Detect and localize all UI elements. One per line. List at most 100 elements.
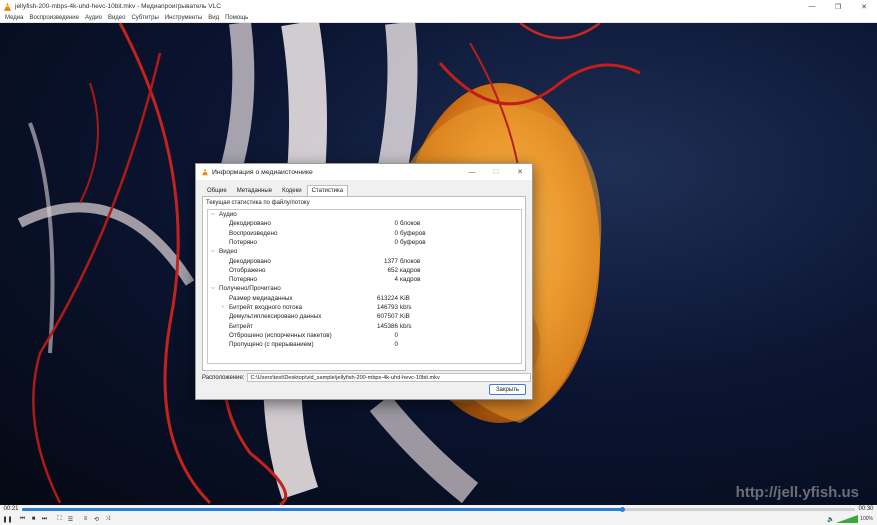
- stats-item-value: 4: [394, 276, 398, 284]
- stats-item-value: 0: [394, 220, 398, 228]
- extended-settings-icon[interactable]: ☰: [65, 514, 76, 525]
- volume-control[interactable]: 🔈 100%: [825, 514, 873, 525]
- watermark: http://jell.yfish.us: [735, 484, 859, 501]
- stats-item-row[interactable]: Размер медиаданных 613224 KiB: [208, 295, 521, 304]
- stats-item-label: Отображено: [229, 266, 266, 274]
- stats-group-row[interactable]: ⌵ Аудио: [208, 211, 521, 220]
- tab-metadata[interactable]: Метаданные: [232, 185, 277, 196]
- stats-item-label: Демультиплексировано данных: [229, 313, 322, 321]
- seek-bar[interactable]: [22, 506, 855, 512]
- maximize-button[interactable]: ❐: [825, 0, 851, 13]
- stats-item-row[interactable]: Отброшено (испорченных пакетов) 0: [208, 332, 521, 341]
- expand-arrow-icon[interactable]: ›: [222, 304, 224, 310]
- stats-item-unit: кадров: [400, 266, 421, 274]
- location-label: Расположение:: [202, 374, 245, 381]
- stats-item-row[interactable]: Воспроизведено 0 буферов: [208, 230, 521, 239]
- stats-item-row[interactable]: › Битрейт входного потока 146793 kb/s: [208, 304, 521, 313]
- stats-item-row[interactable]: Потеряно 4 кадров: [208, 276, 521, 285]
- shuffle-icon[interactable]: ⤨: [102, 514, 113, 525]
- stats-item-value: 607507: [376, 313, 398, 321]
- seek-row: 00:21 00:30: [0, 505, 877, 513]
- stats-group-label: Аудио: [219, 211, 237, 218]
- menu-audio[interactable]: Аудио: [82, 15, 105, 21]
- tab-codecs[interactable]: Кодеки: [277, 185, 307, 196]
- volume-percent: 100%: [860, 516, 873, 522]
- expand-chevron-icon[interactable]: ⌵: [211, 248, 215, 254]
- stats-item-value: 145386: [376, 322, 398, 330]
- stats-item-row[interactable]: Пропущено (с прерыванием) 0: [208, 341, 521, 350]
- stats-item-unit: буферов: [400, 238, 426, 246]
- statistics-panel: Текущая статистика по файлу/потоку ⌵ Ауди…: [202, 196, 526, 371]
- dialog-close-button[interactable]: ✕: [508, 168, 532, 176]
- playback-controls: ❚❚ ⏮ ■ ⏭ ⛶ ☰ ≡ ⟲ ⤨ 🔈 100%: [0, 513, 877, 525]
- stats-item-label: Декодировано: [229, 220, 271, 228]
- total-time: 00:30: [858, 506, 874, 512]
- dialog-maximize-button[interactable]: ☐: [484, 168, 508, 176]
- stats-item-row[interactable]: Потеряно 0 буферов: [208, 239, 521, 248]
- seek-knob[interactable]: [619, 506, 625, 512]
- stats-item-unit: kb/s: [400, 304, 412, 311]
- previous-icon[interactable]: ⏮: [17, 514, 28, 525]
- stats-group-label: Видео: [219, 248, 238, 256]
- tab-statistics[interactable]: Статистика: [306, 185, 349, 196]
- stats-item-value: 0: [394, 341, 398, 349]
- stats-group-row[interactable]: ⌵ Видео: [208, 248, 521, 257]
- window-title: jellyfish-200-mbps-4k-uhd-hevc-10bit.mkv…: [15, 3, 221, 10]
- vlc-cone-icon: [202, 168, 208, 176]
- stats-item-label: Пропущено (с прерыванием): [229, 341, 314, 349]
- stats-item-label: Размер медиаданных: [229, 294, 293, 302]
- stats-item-value: 0: [394, 238, 398, 246]
- loop-icon[interactable]: ⟲: [91, 514, 102, 525]
- stats-item-row[interactable]: Декодировано 1377 блоков: [208, 258, 521, 267]
- location-field[interactable]: C:\Users\test\Desktop\vid_sample\jellyfi…: [247, 373, 532, 382]
- tab-general[interactable]: Общие: [202, 185, 232, 196]
- stats-item-label: Битрейт: [229, 322, 253, 330]
- stats-item-value: 0: [394, 331, 398, 339]
- menu-media[interactable]: Медиа: [2, 15, 26, 21]
- stats-item-row[interactable]: Декодировано 0 блоков: [208, 220, 521, 229]
- fullscreen-icon[interactable]: ⛶: [54, 514, 65, 525]
- statistics-caption: Текущая статистика по файлу/потоку: [206, 200, 310, 206]
- dialog-titlebar: Информация о медиаисточнике — ☐ ✕: [196, 164, 532, 180]
- stats-item-label: Потеряно: [229, 238, 258, 246]
- menu-subtitles[interactable]: Субтитры: [128, 15, 161, 21]
- media-info-dialog: Информация о медиаисточнике — ☐ ✕ Общие …: [195, 163, 533, 400]
- stats-item-unit: кадров: [400, 276, 421, 284]
- dialog-tabs: Общие Метаданные Кодеки Статистика: [202, 185, 349, 196]
- stats-item-row[interactable]: Отображено 652 кадров: [208, 267, 521, 276]
- menu-bar: Медиа Воспроизведение Аудио Видео Субтит…: [0, 13, 877, 23]
- stop-icon[interactable]: ■: [28, 514, 39, 525]
- close-window-button[interactable]: ✕: [851, 0, 877, 13]
- menu-tools[interactable]: Инструменты: [162, 15, 205, 21]
- stats-group-row[interactable]: ⌵ Получено/Прочитано: [208, 285, 521, 294]
- stats-item-value: 613224: [376, 294, 398, 302]
- menu-help[interactable]: Помощь: [222, 15, 251, 21]
- statistics-tree[interactable]: ⌵ Аудио Декодировано 0 блоков Воспроизведено 0…: [207, 209, 522, 364]
- next-icon[interactable]: ⏭: [39, 514, 50, 525]
- stats-item-unit: блоков: [400, 220, 421, 228]
- location-row: Расположение: C:\Users\test\Desktop\vid_…: [202, 373, 532, 382]
- menu-view[interactable]: Вид: [205, 15, 222, 21]
- stats-item-row[interactable]: Демультиплексировано данных 607507 KiB: [208, 313, 521, 322]
- vlc-cone-icon: [4, 2, 11, 11]
- dialog-minimize-button[interactable]: —: [460, 169, 484, 176]
- menu-video[interactable]: Видео: [105, 15, 129, 21]
- playlist-icon[interactable]: ≡: [80, 514, 91, 525]
- volume-slider[interactable]: [836, 515, 859, 523]
- stats-item-unit: буферов: [400, 229, 426, 237]
- pause-icon[interactable]: ❚❚: [2, 514, 13, 525]
- stats-item-unit: блоков: [400, 257, 421, 265]
- expand-chevron-icon[interactable]: ⌵: [211, 211, 215, 217]
- stats-item-value: 146793: [376, 304, 398, 311]
- window-titlebar: jellyfish-200-mbps-4k-uhd-hevc-10bit.mkv…: [0, 0, 877, 13]
- elapsed-time: 00:21: [3, 506, 19, 512]
- stats-item-label: Отброшено (испорченных пакетов): [229, 331, 332, 339]
- stats-item-unit: kb/s: [400, 322, 412, 330]
- expand-chevron-icon[interactable]: ⌵: [211, 285, 215, 291]
- speaker-icon[interactable]: 🔈: [825, 514, 836, 525]
- close-button[interactable]: Закрыть: [489, 384, 526, 395]
- minimize-button[interactable]: —: [799, 0, 825, 13]
- menu-playback[interactable]: Воспроизведение: [26, 15, 82, 21]
- stats-item-row[interactable]: Битрейт 145386 kb/s: [208, 323, 521, 332]
- stats-item-label: Потеряно: [229, 276, 258, 284]
